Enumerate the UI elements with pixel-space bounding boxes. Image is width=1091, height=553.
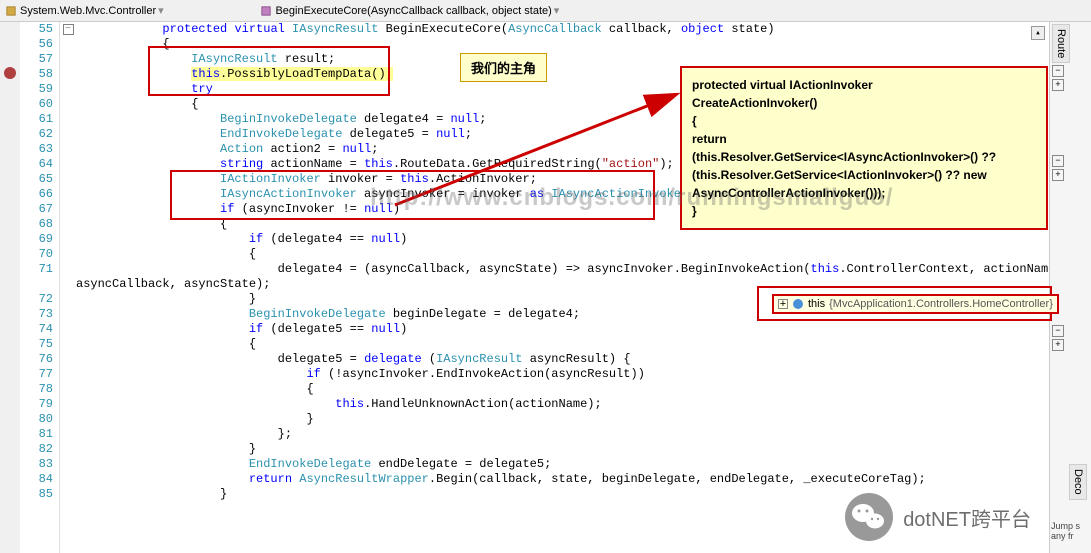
code-line[interactable]: { [76,337,1049,352]
breadcrumb-method-text: BeginExecuteCore(AsyncCallback callback,… [275,5,551,17]
line-number: 57 [20,52,59,67]
debug-datatip[interactable]: + this {MvcApplication1.Controllers.Home… [772,294,1059,314]
code-line[interactable]: return AsyncResultWrapper.Begin(callback… [76,472,1049,487]
line-number: 70 [20,247,59,262]
code-line[interactable]: } [76,412,1049,427]
code-line[interactable]: { [76,247,1049,262]
code-line[interactable]: asyncCallback, asyncState); [76,277,1049,292]
code-line[interactable]: IAsyncResult result; [76,52,1049,67]
wechat-icon [845,493,893,541]
collapse-icon[interactable]: + [1052,79,1064,91]
line-number: 55 [20,22,59,37]
line-number: 63 [20,142,59,157]
line-number: 85 [20,487,59,502]
side-footer-text: Jump s any fr [1049,519,1091,543]
code-line[interactable]: if (delegate5 == null) [76,322,1049,337]
breakpoint-marker[interactable] [4,67,16,79]
line-number-gutter: 5556575859606162636465666768697071 727374… [20,22,60,553]
breadcrumb-bar: System.Web.Mvc.Controller ▾ BeginExecute… [0,0,1091,22]
wechat-label: dotNET跨平台 [903,503,1031,532]
line-number: 84 [20,472,59,487]
line-number: 83 [20,457,59,472]
line-number: 74 [20,322,59,337]
code-line[interactable]: if (!asyncInvoker.EndInvokeAction(asyncR… [76,367,1049,382]
side-panel: Route − + − + − + Deco Jump s any fr [1049,22,1091,553]
line-number: 75 [20,337,59,352]
code-line[interactable]: delegate4 = (asyncCallback, asyncState) … [76,262,1049,277]
breadcrumb-class[interactable]: System.Web.Mvc.Controller ▾ [0,4,172,17]
line-number: 69 [20,232,59,247]
code-line[interactable]: } [76,442,1049,457]
line-number: 64 [20,157,59,172]
collapse-icon[interactable]: − [1052,65,1064,77]
line-number: 56 [20,37,59,52]
expand-icon[interactable]: + [778,299,788,309]
code-line[interactable]: }; [76,427,1049,442]
code-line[interactable]: delegate5 = delegate (IAsyncResult async… [76,352,1049,367]
breakpoint-gutter[interactable] [0,22,20,553]
side-tab-deco[interactable]: Deco [1069,464,1087,500]
callout-label: 我们的主角 [460,53,547,82]
breadcrumb-method[interactable]: BeginExecuteCore(AsyncCallback callback,… [255,4,567,17]
line-number: 60 [20,97,59,112]
line-number: 79 [20,397,59,412]
code-line[interactable]: if (delegate4 == null) [76,232,1049,247]
code-line[interactable]: EndInvokeDelegate endDelegate = delegate… [76,457,1049,472]
side-tab-route[interactable]: Route [1052,24,1070,63]
line-number: 68 [20,217,59,232]
fold-minus-icon[interactable]: − [63,24,74,35]
line-number: 62 [20,127,59,142]
line-number: 61 [20,112,59,127]
collapse-icon[interactable]: + [1052,339,1064,351]
line-number: 82 [20,442,59,457]
line-number: 78 [20,382,59,397]
scroll-up-button[interactable]: ▴ [1031,26,1045,40]
line-number: 72 [20,292,59,307]
debug-var: this [808,298,825,310]
debug-value: {MvcApplication1.Controllers.HomeControl… [829,298,1053,310]
code-line[interactable]: protected virtual IAsyncResult BeginExec… [76,22,1049,37]
line-number: 71 [20,262,59,277]
line-number: 58 [20,67,59,82]
method-icon [261,6,271,16]
collapse-icon[interactable]: + [1052,169,1064,181]
chevron-down-icon: ▾ [156,4,166,17]
line-number: 76 [20,352,59,367]
collapse-icon[interactable]: − [1052,155,1064,167]
line-number: 66 [20,187,59,202]
line-number: 67 [20,202,59,217]
line-number: 59 [20,82,59,97]
wechat-overlay: dotNET跨平台 [845,493,1031,541]
code-line[interactable]: this.HandleUnknownAction(actionName); [76,397,1049,412]
line-number: 73 [20,307,59,322]
class-icon [6,6,16,16]
line-number: 65 [20,172,59,187]
line-number: 77 [20,367,59,382]
code-line[interactable]: { [76,37,1049,52]
line-number: 81 [20,427,59,442]
fold-gutter: − [60,22,76,553]
collapse-icon[interactable]: − [1052,325,1064,337]
object-icon [792,298,804,310]
line-number: 80 [20,412,59,427]
code-tooltip: protected virtual IActionInvoker CreateA… [680,66,1048,230]
breadcrumb-class-text: System.Web.Mvc.Controller [20,5,156,17]
line-number [20,277,59,292]
code-line[interactable]: { [76,382,1049,397]
chevron-down-icon: ▾ [552,4,562,17]
